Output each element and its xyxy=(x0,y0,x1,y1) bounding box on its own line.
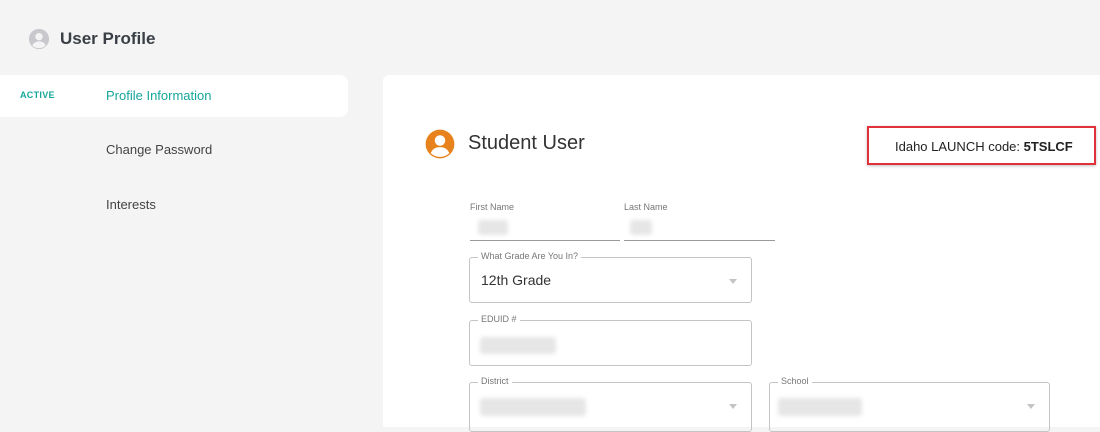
launch-code-text: Idaho LAUNCH code: 5TSLCF xyxy=(895,139,1073,154)
last-name-label: Last Name xyxy=(624,202,668,212)
active-badge: ACTIVE xyxy=(20,90,55,100)
redacted-value xyxy=(480,337,556,354)
redacted-value xyxy=(478,220,508,235)
sidebar-item-change-password[interactable]: Change Password xyxy=(0,129,348,171)
district-label: District xyxy=(478,376,512,386)
redacted-value xyxy=(778,398,862,416)
redacted-value xyxy=(630,220,652,235)
profile-panel: Student User Idaho LAUNCH code: 5TSLCF F… xyxy=(383,75,1100,432)
last-name-field[interactable]: Last Name xyxy=(624,202,775,241)
user-circle-icon xyxy=(425,129,455,159)
user-name: Student User xyxy=(468,132,585,154)
grade-value: 12th Grade xyxy=(481,272,552,288)
eduid-label: EDUID # xyxy=(478,314,520,324)
redacted-value xyxy=(480,398,586,416)
sidebar-item-label: Interests xyxy=(106,197,156,212)
sidebar-item-interests[interactable]: Interests xyxy=(0,184,348,226)
dropdown-arrow-icon xyxy=(729,279,737,284)
school-select[interactable]: School xyxy=(769,376,1050,432)
launch-code-label: Idaho LAUNCH code: xyxy=(895,139,1024,154)
school-label: School xyxy=(778,376,812,386)
page-title: User Profile xyxy=(60,29,156,48)
grade-label: What Grade Are You In? xyxy=(478,251,582,261)
sidebar-item-label: Profile Information xyxy=(106,88,212,103)
sidebar-item-label: Change Password xyxy=(106,142,213,157)
district-select[interactable]: District xyxy=(469,376,752,432)
sidebar-item-profile-information[interactable]: ACTIVE Profile Information xyxy=(0,75,348,117)
first-name-label: First Name xyxy=(470,202,515,212)
grade-select[interactable]: What Grade Are You In? 12th Grade xyxy=(469,251,752,303)
first-name-field[interactable]: First Name xyxy=(470,202,620,241)
user-circle-icon xyxy=(28,28,50,50)
launch-code-box: Idaho LAUNCH code: 5TSLCF xyxy=(867,126,1096,165)
eduid-field[interactable]: EDUID # xyxy=(469,314,752,366)
dropdown-arrow-icon xyxy=(1027,404,1035,409)
dropdown-arrow-icon xyxy=(729,404,737,409)
launch-code-value: 5TSLCF xyxy=(1023,139,1073,154)
sidebar: ACTIVE Profile Information Change Passwo… xyxy=(0,75,360,427)
header-bar: User Profile xyxy=(0,0,1100,75)
